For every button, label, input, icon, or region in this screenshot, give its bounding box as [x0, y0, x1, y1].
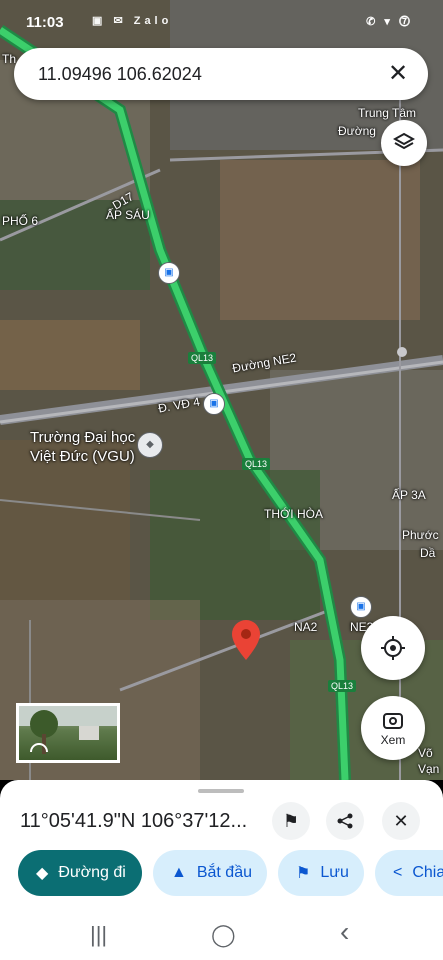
- search-query[interactable]: 11.09496 106.62024: [38, 64, 202, 85]
- back-button[interactable]: ‹: [340, 916, 349, 948]
- search-bar[interactable]: 11.09496 106.62024 ✕: [14, 48, 428, 100]
- place-sheet[interactable]: 11°05'41.9"N 106°37'12... ⚑ ✕ ◆ Đường đi…: [0, 780, 443, 910]
- bus-stop-icon[interactable]: ▣: [203, 393, 225, 415]
- share-button[interactable]: [326, 802, 364, 840]
- close-button[interactable]: ✕: [382, 802, 420, 840]
- start-label: Bắt đầu: [196, 864, 252, 881]
- street-view-image: [19, 706, 117, 754]
- notification-icons: ▣ ✉ Zalo: [92, 15, 173, 27]
- layers-button[interactable]: [381, 120, 427, 166]
- directions-label: Đường đi: [58, 864, 126, 881]
- label-ap3a: ẤP 3A: [392, 488, 426, 502]
- label-ql13-a: QL13: [188, 352, 217, 364]
- save-button[interactable]: ⚑ Lưu: [278, 850, 364, 896]
- label-th: Th: [2, 52, 17, 66]
- bookmark-icon: ⚑: [296, 865, 311, 882]
- label-vgu: Trường Đại học Việt Đức (VGU): [30, 429, 136, 465]
- school-icon[interactable]: ◆: [137, 432, 163, 458]
- label-vo: Võ: [418, 746, 433, 760]
- drag-handle[interactable]: [198, 789, 244, 793]
- system-icons: ✆ ▾ ⓻: [366, 16, 413, 28]
- navigate-icon: ▲: [171, 864, 187, 881]
- start-button[interactable]: ▲ Bắt đầu: [153, 850, 267, 896]
- directions-icon: ◆: [36, 865, 49, 882]
- share-chip-button[interactable]: < Chia: [375, 850, 443, 896]
- recent-apps-button[interactable]: |||: [90, 922, 107, 948]
- share-icon: [337, 813, 353, 829]
- label-pho6: PHỐ 6: [2, 214, 39, 228]
- bus-stop-icon[interactable]: ▣: [158, 262, 180, 284]
- status-time: 11:03: [26, 14, 64, 31]
- label-phuoc: Phước: [402, 528, 439, 542]
- bus-stop-icon[interactable]: ▣: [350, 596, 372, 618]
- street-view-thumbnail[interactable]: [16, 703, 120, 763]
- directions-button[interactable]: ◆ Đường đi: [18, 850, 142, 896]
- system-nav-bar: ||| ◯ ‹: [0, 910, 443, 960]
- label-na2: NA2: [294, 620, 318, 634]
- my-location-button[interactable]: [361, 616, 425, 680]
- label-ql13-b: QL13: [242, 458, 271, 470]
- close-icon: ✕: [393, 810, 409, 831]
- label-ap-sau: ẤP SÁU: [106, 208, 150, 222]
- label-trung-tam: Trung Tâm: [358, 106, 417, 120]
- lens-label: Xem: [380, 733, 406, 747]
- save-label: Lưu: [320, 864, 349, 881]
- label-van: Vạn: [418, 762, 440, 776]
- crosshair-icon: [381, 636, 405, 660]
- label-thoi-hoa: THỚI HÒA: [264, 507, 323, 521]
- label-duong: Đường: [338, 124, 376, 138]
- bookmark-icon: ⚑: [282, 810, 300, 831]
- camera-icon: [383, 713, 403, 729]
- lens-button[interactable]: Xem: [361, 696, 425, 760]
- label-da: Dầ: [420, 546, 436, 560]
- place-coordinates: 11°05'41.9"N 106°37'12...: [20, 810, 248, 832]
- close-icon[interactable]: ✕: [384, 60, 412, 88]
- save-bookmark-button[interactable]: ⚑: [272, 802, 310, 840]
- home-button[interactable]: ◯: [211, 922, 236, 948]
- layers-icon: [393, 132, 415, 150]
- label-ql13-c: QL13: [328, 680, 357, 692]
- share-icon: <: [393, 864, 403, 881]
- share-label: Chia: [412, 864, 443, 881]
- status-bar: 11:03 ▣ ✉ Zalo ✆ ▾ ⓻: [0, 0, 443, 40]
